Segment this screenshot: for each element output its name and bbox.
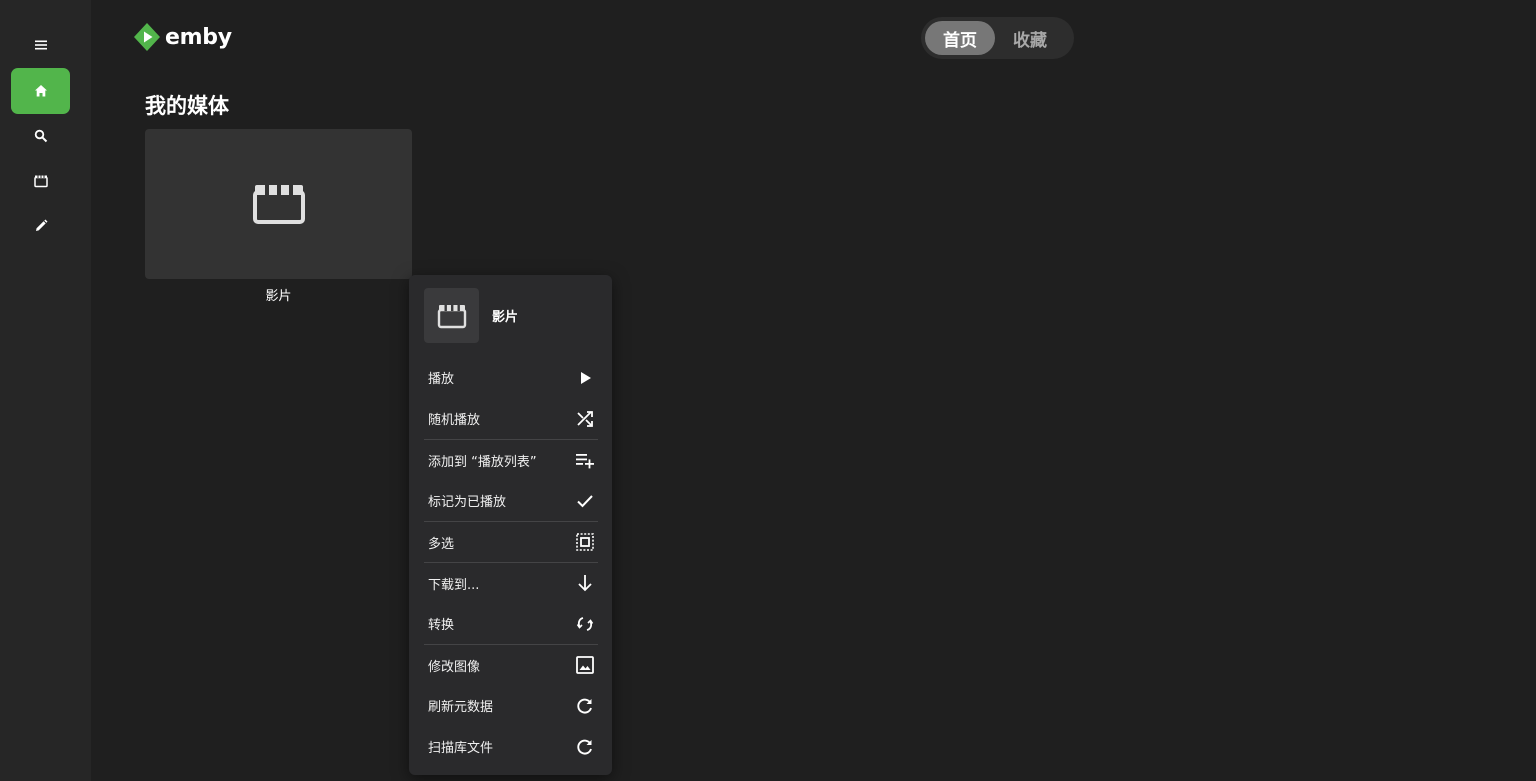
menu-item-multi-select[interactable]: 多选 bbox=[424, 521, 598, 562]
home-icon bbox=[34, 85, 47, 97]
movie-icon bbox=[33, 175, 48, 188]
menu-item-label: 多选 bbox=[428, 536, 455, 552]
context-menu-title: 影片 bbox=[492, 310, 519, 325]
menu-item-play[interactable]: 播放 bbox=[424, 357, 598, 398]
hamburger-icon bbox=[34, 40, 47, 50]
menu-item-shuffle[interactable]: 随机播放 bbox=[424, 398, 598, 439]
shuffle-icon bbox=[577, 410, 593, 427]
pencil-icon bbox=[35, 219, 47, 231]
menu-item-convert[interactable]: 转换 bbox=[424, 603, 598, 644]
tab-favorites[interactable]: 收藏 bbox=[995, 21, 1065, 55]
movie-icon bbox=[252, 185, 305, 224]
menu-item-label: 下载到... bbox=[428, 577, 480, 593]
section-title: 我的媒体 bbox=[145, 94, 229, 118]
sidebar-item-movies[interactable] bbox=[11, 158, 70, 204]
menu-item-label: 刷新元数据 bbox=[428, 700, 494, 715]
header-tabs: 首页 收藏 bbox=[921, 17, 1074, 59]
library-card-label[interactable]: 影片 bbox=[145, 285, 412, 304]
menu-item-label: 添加到 “播放列表” bbox=[428, 454, 537, 470]
playlist-add-icon bbox=[576, 454, 594, 469]
sidebar-item-search[interactable] bbox=[11, 113, 70, 159]
sidebar-item-edit[interactable] bbox=[11, 203, 70, 249]
menu-item-label: 扫描库文件 bbox=[428, 741, 494, 756]
menu-item-label: 转换 bbox=[428, 618, 455, 633]
menu-item-label: 标记为已播放 bbox=[428, 495, 507, 510]
context-menu-items: 播放 随机播放 添加到 “播放列表” 标记为已播放 多选 下载到... 转换 修… bbox=[424, 357, 598, 767]
tab-home[interactable]: 首页 bbox=[925, 21, 995, 55]
menu-item-add-to-playlist[interactable]: 添加到 “播放列表” bbox=[424, 439, 598, 480]
image-icon bbox=[576, 656, 594, 674]
menu-item-label: 播放 bbox=[428, 372, 455, 387]
menu-item-mark-played[interactable]: 标记为已播放 bbox=[424, 480, 598, 521]
emby-logo[interactable]: emby bbox=[133, 22, 232, 52]
context-menu-thumbnail bbox=[424, 288, 479, 343]
download-arrow-icon bbox=[578, 575, 592, 592]
context-menu: 影片 播放 随机播放 添加到 “播放列表” 标记为已播放 多选 下载到... 转… bbox=[409, 275, 612, 775]
play-icon bbox=[581, 371, 591, 384]
menu-item-label: 随机播放 bbox=[428, 413, 481, 428]
logo-text: emby bbox=[165, 24, 232, 50]
main-content: emby 首页 收藏 我的媒体 影片 bbox=[91, 0, 1536, 781]
check-icon bbox=[577, 494, 593, 507]
library-card-movies[interactable] bbox=[145, 129, 412, 279]
emby-logo-icon bbox=[134, 23, 160, 51]
sidebar-item-home[interactable] bbox=[11, 68, 70, 114]
refresh-icon bbox=[577, 698, 592, 714]
search-icon bbox=[34, 129, 47, 143]
context-menu-header: 影片 bbox=[424, 288, 518, 343]
menu-item-refresh-metadata[interactable]: 刷新元数据 bbox=[424, 685, 598, 726]
refresh-icon bbox=[577, 739, 592, 755]
menu-item-label: 修改图像 bbox=[428, 659, 481, 675]
sidebar bbox=[0, 0, 91, 781]
convert-icon bbox=[576, 616, 594, 631]
sidebar-menu-button[interactable] bbox=[11, 22, 70, 68]
menu-item-edit-images[interactable]: 修改图像 bbox=[424, 644, 598, 685]
menu-item-scan-library[interactable]: 扫描库文件 bbox=[424, 726, 598, 767]
movie-icon bbox=[437, 304, 466, 328]
menu-item-download[interactable]: 下载到... bbox=[424, 562, 598, 603]
select-all-icon bbox=[576, 533, 594, 551]
